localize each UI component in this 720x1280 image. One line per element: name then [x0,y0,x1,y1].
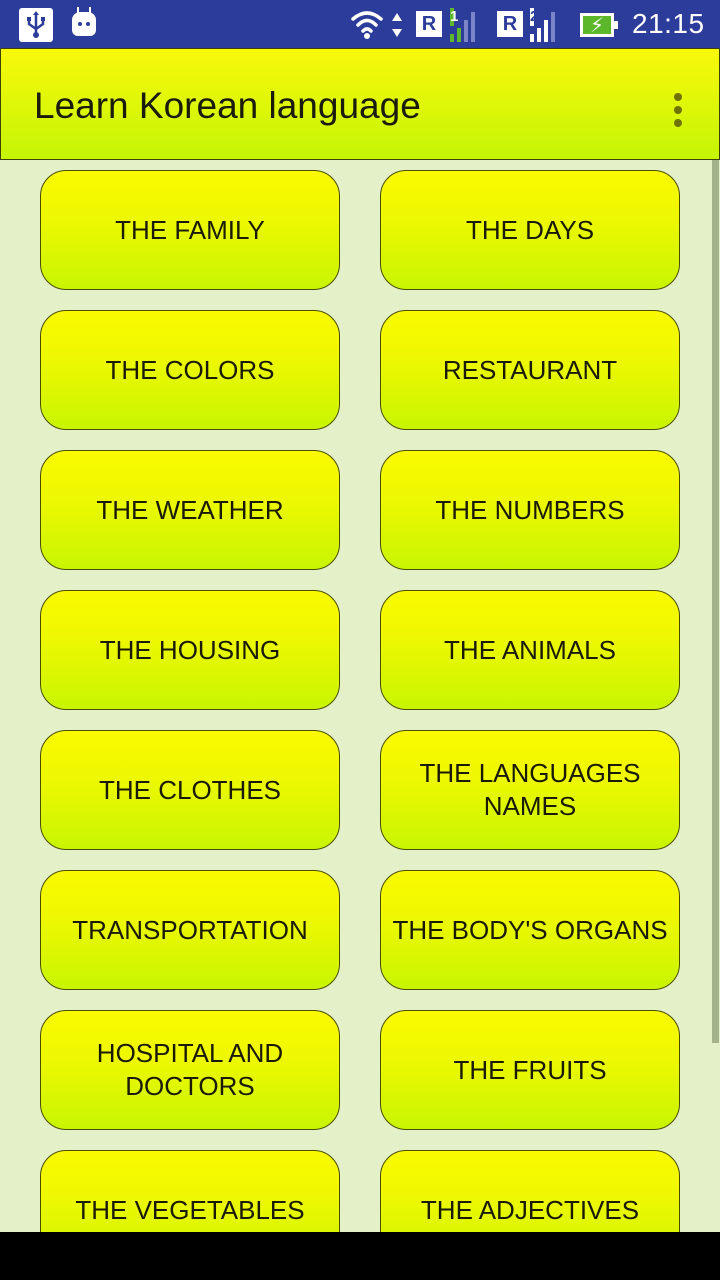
category-button-fruits[interactable]: THE FRUITS [380,1010,680,1130]
wifi-icon [350,8,384,45]
category-button-days[interactable]: THE DAYS [380,170,680,290]
battery-charging-icon: ⚡ [580,13,618,37]
signal-sim1-icon: 1 [450,8,480,42]
roaming-icon: R [497,11,523,37]
scrollbar[interactable] [712,160,719,1043]
overflow-menu-icon[interactable] [669,93,685,129]
app-title: Learn Korean language [34,85,421,126]
category-button-vegetables[interactable]: THE VEGETABLES [40,1150,340,1232]
category-button-restaurant[interactable]: RESTAURANT [380,310,680,430]
category-button-animals[interactable]: THE ANIMALS [380,590,680,710]
category-button-hospital-doctors[interactable]: HOSPITAL AND DOCTORS [40,1010,340,1130]
signal-sim2-icon: 2 [530,8,560,42]
data-arrows-icon [391,12,403,43]
category-button-weather[interactable]: THE WEATHER [40,450,340,570]
category-button-housing[interactable]: THE HOUSING [40,590,340,710]
category-button-adjectives[interactable]: THE ADJECTIVES [380,1150,680,1232]
category-button-clothes[interactable]: THE CLOTHES [40,730,340,850]
category-button-colors[interactable]: THE COLORS [40,310,340,430]
clock: 21:15 [632,8,705,39]
status-bar: R 1 R 2 ⚡ 21:15 [0,0,720,48]
category-button-transportation[interactable]: TRANSPORTATION [40,870,340,990]
navigation-bar [0,1232,720,1280]
roaming-icon: R [416,11,442,37]
app-bar: Learn Korean language [0,48,720,160]
category-button-family[interactable]: THE FAMILY [40,170,340,290]
sim1-label: 1 [450,8,459,26]
android-icon [72,7,96,36]
usb-icon [19,8,53,42]
category-grid: THE FAMILY THE DAYS THE COLORS RESTAURAN… [0,160,720,1232]
category-button-body-organs[interactable]: THE BODY'S ORGANS [380,870,680,990]
category-button-numbers[interactable]: THE NUMBERS [380,450,680,570]
category-button-languages-names[interactable]: THE LANGUAGES NAMES [380,730,680,850]
sim2-label: 2 [530,8,539,26]
